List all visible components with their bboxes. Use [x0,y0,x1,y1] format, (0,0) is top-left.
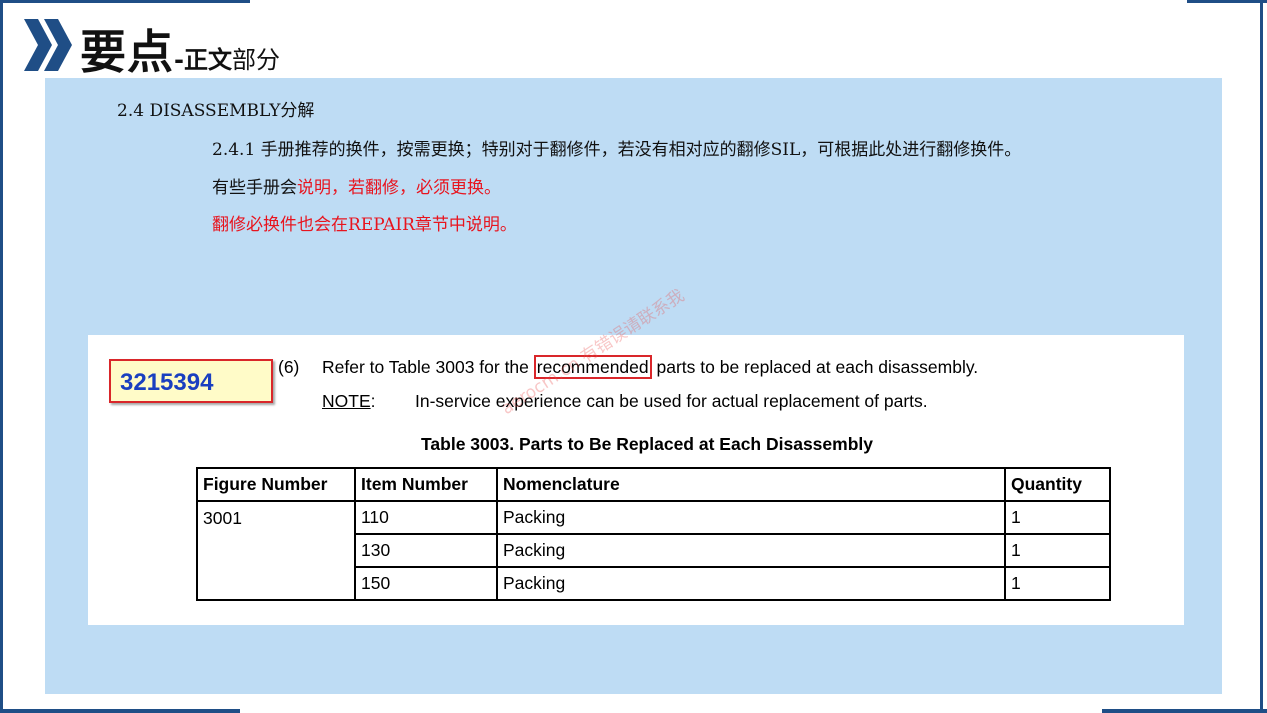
frame-border-right [1260,0,1263,713]
paragraph-2-red: 说明，若翻修，必须更换。 [297,178,501,198]
header-quantity: Quantity [1004,467,1111,502]
nomenclature-cell: Packing [496,533,1006,568]
frame-border-top-right [1187,0,1267,3]
note-text: In-service experience can be used for ac… [415,391,928,411]
table-header-row: Figure Number Item Number Nomenclature Q… [196,467,1111,502]
note-label-word: NOTE [322,391,371,411]
quantity-cell: 1 [1004,566,1111,601]
item-number-cell: 150 [354,566,498,601]
figure-number-cell: 3001 [196,500,356,601]
slide-title: 要点 - 正文 部分 [80,16,280,79]
nomenclature-cell: Packing [496,500,1006,535]
frame-border-bottom-left [0,709,240,713]
item-number-cell: 130 [354,533,498,568]
slide-title-small: 部分 [231,46,280,74]
paragraph-2: 有些手册会说明，若翻修，必须更换。 [212,173,501,198]
table-row: 3001 110 Packing 1 [196,500,1111,601]
note-label: NOTE: [322,391,376,412]
frame-border-top-left [0,0,250,3]
header-item-number: Item Number [354,467,498,502]
parts-table: Figure Number Item Number Nomenclature Q… [196,467,1111,601]
paragraph-2-black: 有些手册会 [212,178,297,198]
section-heading: 2.4 DISASSEMBLY分解 [117,101,315,121]
paragraph-3: 翻修必换件也会在REPAIR章节中说明。 [212,215,517,235]
slide-title-mid: 正文 [183,46,232,74]
item-number-cell: 110 [354,500,498,535]
frame-border-left [0,0,3,713]
double-chevron-icon [24,19,72,71]
note-label-colon: : [370,391,376,411]
header-figure-number: Figure Number [196,467,356,502]
slide-title-dash: - [174,46,184,74]
frame-border-bottom-right [1102,709,1267,713]
slide-title-main: 要点 [80,25,174,79]
quantity-cell: 1 [1004,533,1111,568]
table-title: Table 3003. Parts to Be Replaced at Each… [421,434,873,454]
part-number-label: 3215394 [109,359,273,403]
quantity-cell: 1 [1004,500,1111,535]
step-text-before: Refer to Table 3003 for the [322,357,534,377]
step-text: Refer to Table 3003 for the recommended … [322,355,979,379]
manual-excerpt: 3215394 (6) Refer to Table 3003 for the … [88,335,1184,625]
header-nomenclature: Nomenclature [496,467,1006,502]
nomenclature-cell: Packing [496,566,1006,601]
paragraph-1: 2.4.1 手册推荐的换件，按需更换；特别对于翻修件，若没有相对应的翻修SIL，… [212,140,1022,160]
step-number: (6) [278,357,300,377]
step-text-after: parts to be replaced at each disassembly… [651,357,979,377]
